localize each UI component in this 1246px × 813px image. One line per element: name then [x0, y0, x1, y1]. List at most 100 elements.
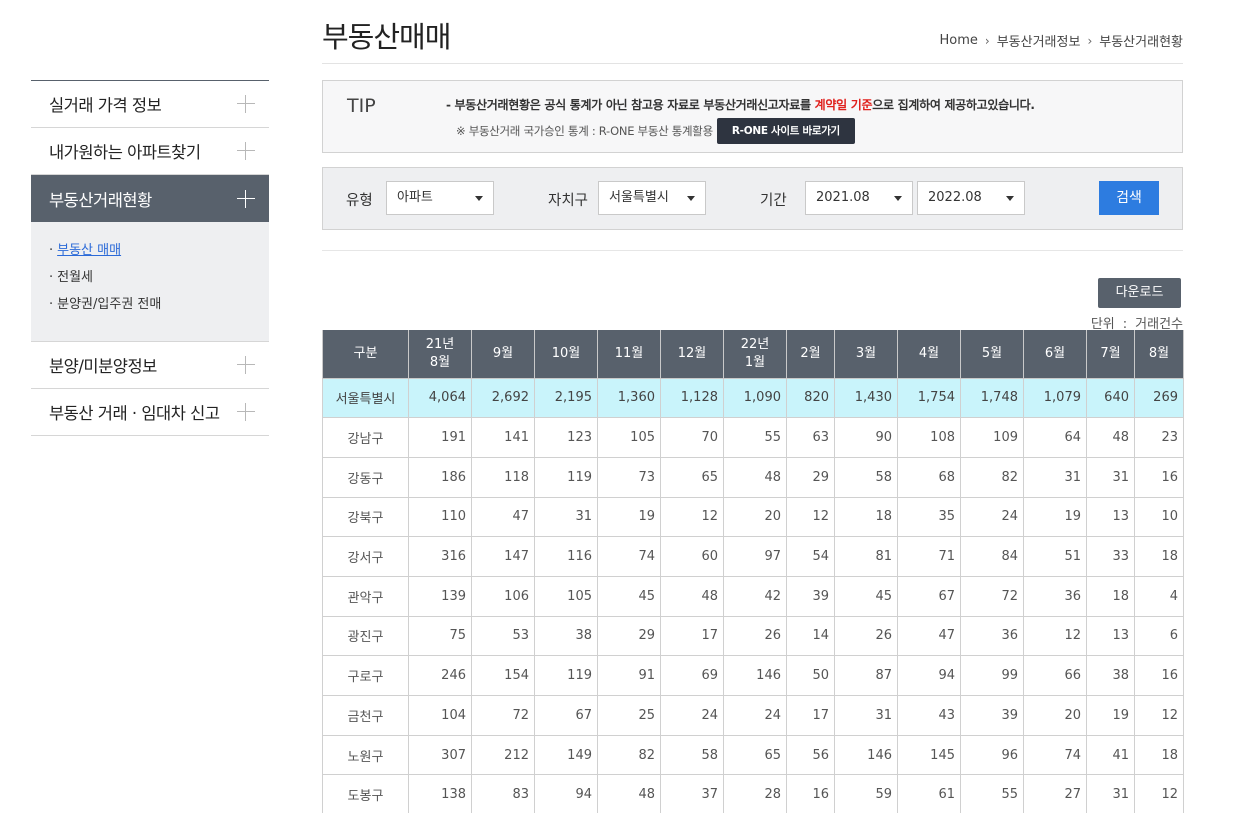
submenu-item-resale[interactable]: · 분양권/입주권 전매 — [49, 294, 251, 321]
tip-label: TIP — [347, 95, 376, 117]
table-cell-count: 61 — [897, 774, 961, 813]
table-cell-count: 74 — [1023, 734, 1087, 776]
transaction-table: 구분 21년 8월 9월 10월 11월 12월 22년 1월 2월 3월 4월 5월 6월 7월 8월 … — [322, 330, 1184, 813]
table-cell-region: 강남구 — [322, 417, 409, 458]
type-select[interactable]: 아파트 — [386, 181, 494, 215]
table-cell-count: 55 — [960, 774, 1024, 813]
table-cell-region: 구로구 — [322, 655, 409, 696]
table-cell-count: 91 — [597, 655, 661, 696]
table-cell-count: 149 — [534, 734, 598, 776]
sidebar-item-transaction-status[interactable]: 부동산거래현황 — [31, 175, 269, 222]
period-from-select[interactable]: 2021.08 — [805, 181, 913, 215]
table-cell-count: 19 — [1023, 496, 1087, 538]
table-cell-count: 48 — [660, 575, 724, 617]
table-cell-count: 68 — [897, 456, 961, 498]
table-cell-count: 106 — [471, 575, 535, 617]
table-cell-count: 63 — [786, 417, 835, 458]
plus-icon — [237, 356, 255, 374]
table-cell-count: 18 — [1134, 536, 1184, 577]
table-cell-count: 24 — [723, 695, 787, 736]
table-cell-count: 186 — [408, 456, 472, 498]
period-to-select[interactable]: 2022.08 — [917, 181, 1025, 215]
table-cell-count: 58 — [660, 734, 724, 776]
table-cell-count: 26 — [723, 615, 787, 657]
chevron-right-icon: › — [1087, 33, 1093, 48]
sidebar-item-apartment-search[interactable]: 내가원하는 아파트찾기 — [31, 128, 269, 175]
table-row-total: 서울특별시 4,064 2,692 2,195 1,360 1,128 1,090 820 1,… — [322, 377, 1184, 419]
table-cell-count: 1,748 — [960, 377, 1024, 419]
table-cell-count: 18 — [1134, 734, 1184, 776]
table-cell-count: 38 — [534, 615, 598, 657]
table-cell-count: 119 — [534, 456, 598, 498]
sidebar-submenu: · 부동산 매매 · 전월세 · 분양권/입주권 전매 — [31, 222, 269, 342]
tip-highlight: 계약일 기준 — [814, 98, 873, 112]
table-cell-count: 26 — [834, 615, 898, 657]
breadcrumb-current[interactable]: 부동산거래현황 — [1099, 31, 1183, 50]
breadcrumb-item[interactable]: 부동산거래정보 — [997, 31, 1081, 50]
type-label: 유형 — [346, 193, 373, 209]
table-header-month: 11월 — [597, 330, 661, 379]
sidebar-item-presale[interactable]: 분양/미분양정보 — [31, 342, 269, 389]
table-cell-count: 146 — [834, 734, 898, 776]
table-cell-count: 1,430 — [834, 377, 898, 419]
period-to-value: 2022.08 — [928, 190, 982, 205]
table-cell-region: 도봉구 — [322, 774, 409, 813]
search-button[interactable]: 검색 — [1099, 181, 1159, 215]
submenu-item-sale[interactable]: · 부동산 매매 — [49, 240, 251, 267]
sidebar-item-real-price[interactable]: 실거래 가격 정보 — [31, 81, 269, 128]
table-cell-count: 146 — [723, 655, 787, 696]
sidebar-item-report[interactable]: 부동산 거래 · 임대차 신고 — [31, 389, 269, 436]
region-select[interactable]: 서울특별시 — [598, 181, 706, 215]
table-cell-count: 71 — [897, 536, 961, 577]
download-button[interactable]: 다운로드 — [1098, 278, 1181, 308]
table-header-month: 4월 — [897, 330, 961, 379]
table-cell-region: 노원구 — [322, 734, 409, 776]
table-cell-count: 51 — [1023, 536, 1087, 577]
table-cell-count: 191 — [408, 417, 472, 458]
table-cell-count: 23 — [1134, 417, 1184, 458]
table-cell-count: 104 — [408, 695, 472, 736]
table-cell-count: 109 — [960, 417, 1024, 458]
rone-site-button[interactable]: R-ONE 사이트 바로가기 — [716, 118, 855, 144]
table-cell-count: 31 — [834, 695, 898, 736]
table-cell-count: 48 — [1086, 417, 1135, 458]
table-cell-count: 97 — [723, 536, 787, 577]
table-cell-count: 4 — [1134, 575, 1184, 617]
table-cell-count: 10 — [1134, 496, 1184, 538]
table-cell-count: 47 — [471, 496, 535, 538]
table-cell-count: 110 — [408, 496, 472, 538]
table-row: 구로구 246 154 119 91 69 146 50 87 94 99 66 38 16 — [322, 655, 1184, 696]
tip-notice: - 부동산거래현황은 공식 통계가 아닌 참고용 자료로 부동산거래신고자료를 … — [446, 96, 1035, 113]
table-cell-count: 12 — [1134, 695, 1184, 736]
table-cell-count: 13 — [1086, 496, 1135, 538]
table-header-month: 5월 — [960, 330, 1024, 379]
table-row: 강북구 110 47 31 19 12 20 12 18 35 24 19 13 10 — [322, 496, 1184, 538]
table-cell-count: 39 — [786, 575, 835, 617]
breadcrumb-home[interactable]: Home — [940, 33, 978, 48]
table-cell-count: 141 — [471, 417, 535, 458]
submenu-item-rent[interactable]: · 전월세 — [49, 267, 251, 294]
table-header-month: 10월 — [534, 330, 598, 379]
table-cell-count: 118 — [471, 456, 535, 498]
table-header-month: 22년 1월 — [723, 330, 787, 379]
period-from-value: 2021.08 — [816, 190, 870, 205]
table-cell-count: 119 — [534, 655, 598, 696]
table-cell-count: 154 — [471, 655, 535, 696]
table-cell-count: 58 — [834, 456, 898, 498]
table-cell-count: 105 — [597, 417, 661, 458]
table-cell-count: 19 — [1086, 695, 1135, 736]
table-cell-count: 82 — [597, 734, 661, 776]
table-cell-count: 145 — [897, 734, 961, 776]
table-cell-count: 74 — [597, 536, 661, 577]
table-cell-count: 1,128 — [660, 377, 724, 419]
caret-down-icon — [687, 196, 695, 201]
table-cell-count: 116 — [534, 536, 598, 577]
sidebar-item-label: 분양/미분양정보 — [49, 357, 157, 376]
table-cell-count: 96 — [960, 734, 1024, 776]
table-cell-count: 37 — [660, 774, 724, 813]
table-cell-count: 65 — [660, 456, 724, 498]
table-cell-count: 72 — [960, 575, 1024, 617]
table-cell-count: 12 — [786, 496, 835, 538]
table-cell-count: 4,064 — [408, 377, 472, 419]
table-cell-count: 108 — [897, 417, 961, 458]
